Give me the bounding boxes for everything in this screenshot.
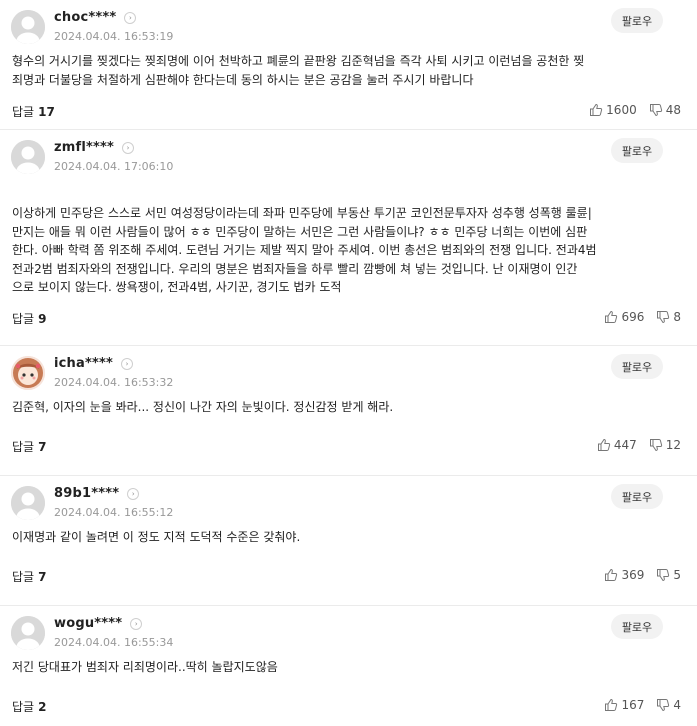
comment-item: 89b1**** › 2024.04.04. 16:55:12 팔로우 이재명과… — [0, 476, 697, 606]
follow-button[interactable]: 팔로우 — [611, 484, 663, 509]
reply-button[interactable]: 답글 2 — [12, 698, 46, 715]
like-button[interactable]: 1600 — [589, 103, 637, 117]
reply-button[interactable]: 답글 7 — [12, 568, 46, 585]
follow-button[interactable]: 팔로우 — [611, 138, 663, 163]
like-count: 447 — [613, 438, 637, 452]
like-count: 696 — [621, 310, 645, 324]
like-button[interactable]: 447 — [597, 438, 637, 452]
comment-text: 형수의 거시기를 찢겠다는 찢죄명에 이어 천박하고 폐륜의 끝판왕 김준혁넘을… — [12, 54, 585, 87]
like-button[interactable]: 696 — [604, 310, 644, 324]
reply-label: 답글 — [12, 700, 35, 714]
avatar[interactable] — [11, 140, 45, 174]
like-button[interactable]: 369 — [604, 568, 644, 582]
thumbs-down-icon — [657, 311, 670, 324]
dislike-button[interactable]: 5 — [656, 568, 681, 582]
dislike-button[interactable]: 12 — [649, 438, 681, 452]
thumbs-up-icon — [605, 568, 618, 581]
thumbs-down-icon — [657, 569, 670, 582]
like-count: 1600 — [606, 103, 637, 117]
dislike-button[interactable]: 48 — [649, 103, 681, 117]
dislike-button[interactable]: 8 — [656, 310, 681, 324]
reply-count: 17 — [38, 105, 55, 119]
dislike-count: 4 — [673, 698, 681, 712]
character-avatar-icon — [11, 356, 45, 390]
reply-count: 2 — [38, 700, 47, 714]
thumbs-down-icon — [649, 439, 662, 452]
thumbs-up-icon — [605, 310, 618, 323]
follow-button[interactable]: 팔로우 — [611, 354, 663, 379]
dislike-count: 8 — [673, 310, 681, 324]
reply-button[interactable]: 답글 17 — [12, 103, 55, 120]
dislike-count: 48 — [665, 103, 681, 117]
thumbs-up-icon — [590, 103, 603, 116]
profile-chevron-icon[interactable]: › — [120, 357, 133, 370]
avatar[interactable] — [11, 10, 45, 44]
thumbs-down-icon — [657, 699, 670, 712]
comment-timestamp: 2024.04.04. 16:53:19 — [54, 30, 174, 43]
profile-chevron-icon[interactable]: › — [130, 617, 143, 630]
reply-label: 답글 — [12, 570, 35, 584]
avatar[interactable] — [11, 356, 45, 390]
dislike-count: 12 — [665, 438, 681, 452]
default-avatar-icon — [11, 10, 45, 44]
reply-button[interactable]: 답글 9 — [12, 310, 46, 327]
comment-author[interactable]: 89b1**** — [54, 486, 119, 501]
default-avatar-icon — [11, 140, 45, 174]
reply-label: 답글 — [12, 440, 35, 454]
comment-text: 저긴 당대표가 범죄자 리죄명이라..딱히 놀랍지도않음 — [12, 660, 278, 674]
comment-text: 이재명과 같이 놀려면 이 정도 지적 도덕적 수준은 갖춰야. — [12, 530, 301, 544]
default-avatar-icon — [11, 486, 45, 520]
comment-author[interactable]: zmfl**** — [54, 140, 114, 155]
comment-item: wogu**** › 2024.04.04. 16:55:34 팔로우 저긴 당… — [0, 606, 697, 726]
thumbs-down-icon — [649, 104, 662, 117]
comment-text: 김준혁, 이자의 눈을 봐라... 정신이 나간 자의 눈빛이다. 정신감정 받… — [12, 400, 394, 414]
profile-chevron-icon[interactable]: › — [122, 141, 135, 154]
profile-chevron-icon[interactable]: › — [124, 11, 137, 24]
dislike-button[interactable]: 4 — [656, 698, 681, 712]
comment-timestamp: 2024.04.04. 17:06:10 — [54, 160, 174, 173]
comment-timestamp: 2024.04.04. 16:53:32 — [54, 376, 174, 389]
reply-button[interactable]: 답글 7 — [12, 438, 46, 455]
reply-label: 답글 — [12, 312, 35, 326]
reply-count: 7 — [38, 440, 47, 454]
reply-count: 9 — [38, 312, 47, 326]
comment-author[interactable]: choc**** — [54, 10, 116, 25]
like-button[interactable]: 167 — [604, 698, 644, 712]
dislike-count: 5 — [673, 568, 681, 582]
comment-author[interactable]: wogu**** — [54, 616, 122, 631]
reply-count: 7 — [38, 570, 47, 584]
follow-button[interactable]: 팔로우 — [611, 614, 663, 639]
avatar[interactable] — [11, 616, 45, 650]
comment-author[interactable]: icha**** — [54, 356, 113, 371]
like-count: 369 — [621, 568, 645, 582]
comment-timestamp: 2024.04.04. 16:55:12 — [54, 506, 174, 519]
profile-chevron-icon[interactable]: › — [127, 487, 140, 500]
comment-item: icha**** › 2024.04.04. 16:53:32 팔로우 김준혁,… — [0, 346, 697, 476]
follow-button[interactable]: 팔로우 — [611, 8, 663, 33]
default-avatar-icon — [11, 616, 45, 650]
thumbs-up-icon — [597, 438, 610, 451]
comment-item: choc**** › 2024.04.04. 16:53:19 팔로우 형수의 … — [0, 0, 697, 130]
like-count: 167 — [621, 698, 645, 712]
comment-timestamp: 2024.04.04. 16:55:34 — [54, 636, 174, 649]
reply-label: 답글 — [12, 105, 35, 119]
comment-text: 이상하게 민주당은 스스로 서민 여성정당이라는데 좌파 민주당에 부동산 투기… — [12, 206, 597, 294]
thumbs-up-icon — [605, 698, 618, 711]
avatar[interactable] — [11, 486, 45, 520]
comment-item: zmfl**** › 2024.04.04. 17:06:10 팔로우 이상하게… — [0, 130, 697, 346]
